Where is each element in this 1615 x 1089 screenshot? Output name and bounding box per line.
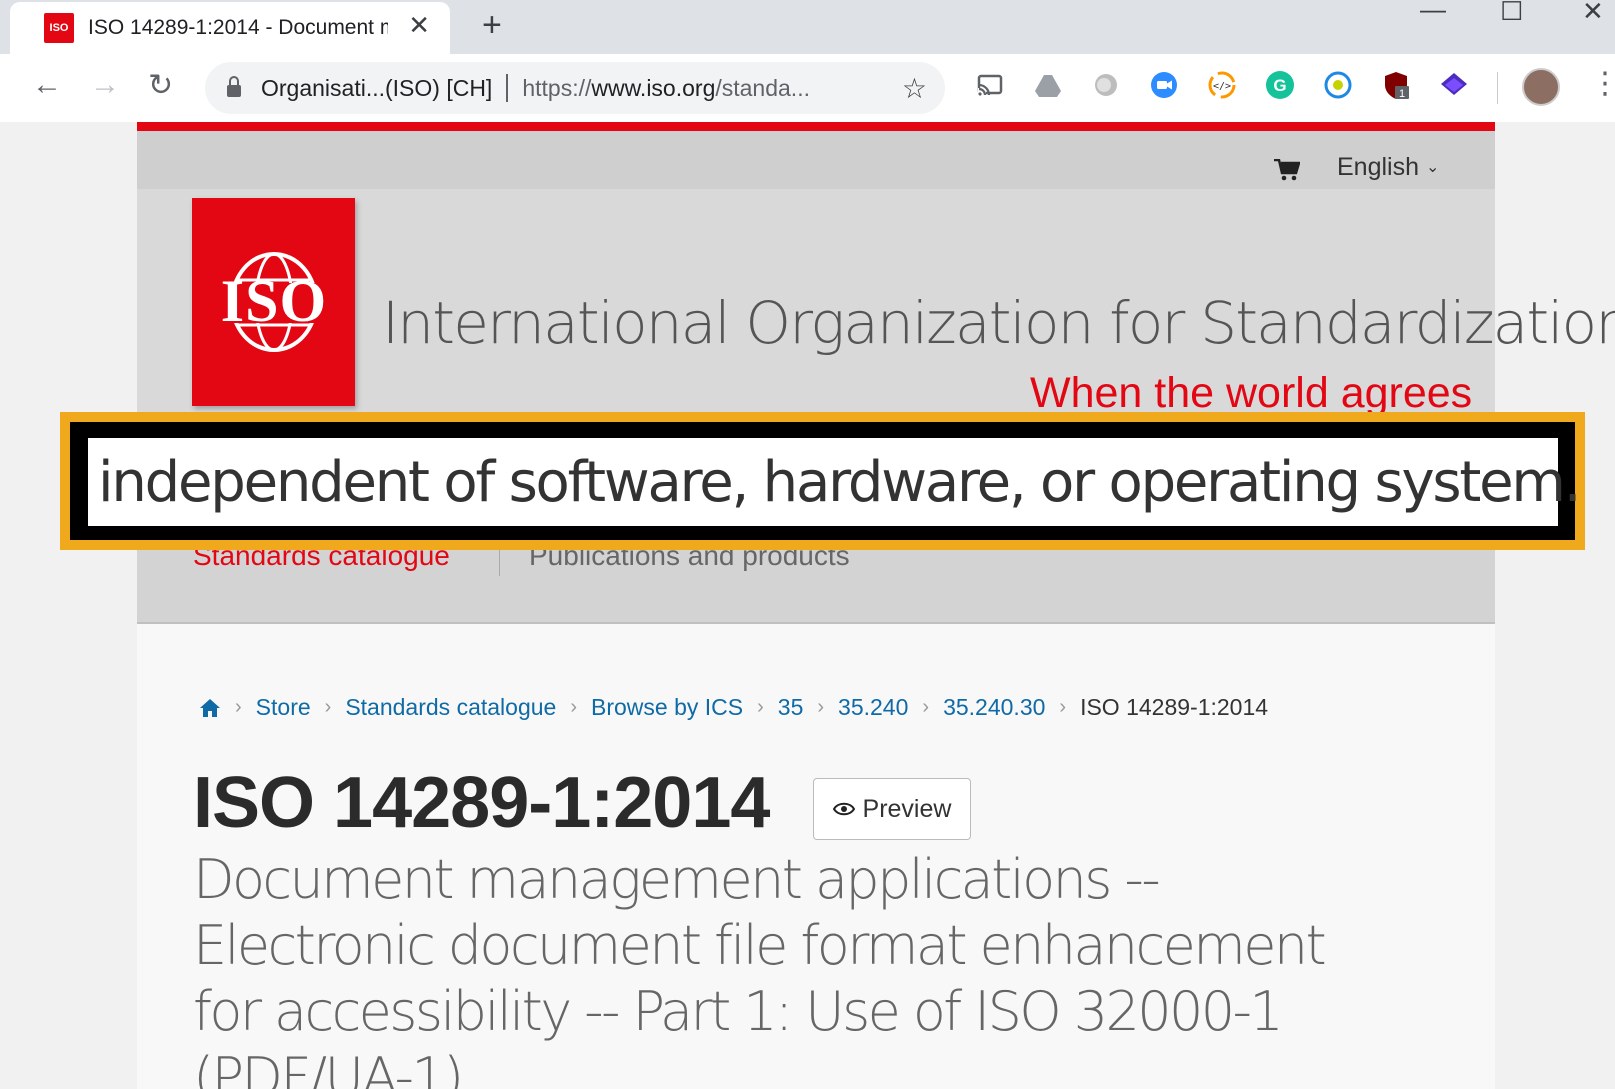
breadcrumb-ics-35-240-30[interactable]: 35.240.30	[943, 694, 1045, 721]
breadcrumb: › Store › Standards catalogue › Browse b…	[199, 694, 1268, 721]
url-path: /standa...	[715, 74, 810, 101]
grammarly-icon[interactable]: G	[1265, 70, 1295, 100]
cart-icon[interactable]	[1274, 159, 1300, 181]
chevron-right-icon: ›	[757, 696, 764, 718]
zoom-icon[interactable]	[1149, 70, 1179, 100]
tab-close-icon[interactable]: ✕	[408, 10, 430, 41]
breadcrumb-ics-35-240[interactable]: 35.240	[838, 694, 908, 721]
site-identity[interactable]: Organisati...(ISO) [CH]	[261, 75, 492, 102]
language-label: English	[1337, 153, 1419, 181]
address-bar[interactable]: Organisati...(ISO) [CH] https://www.iso.…	[205, 62, 945, 114]
chevron-right-icon: ›	[324, 696, 332, 718]
chevron-right-icon: ›	[817, 696, 825, 718]
browser-window: ISO ISO 14289-1:2014 - Document m ✕ + — …	[0, 0, 1615, 1089]
preview-label: Preview	[862, 794, 952, 823]
home-icon[interactable]	[199, 698, 221, 718]
utility-bar: English ⌄	[137, 131, 1495, 189]
minimize-icon[interactable]: —	[1420, 0, 1446, 25]
chevron-right-icon: ›	[922, 696, 930, 718]
browser-menu-icon[interactable]: ⋮	[1590, 66, 1615, 101]
cast-icon[interactable]	[975, 70, 1005, 100]
iso-favicon-icon: ISO	[44, 13, 74, 43]
language-selector[interactable]: English ⌄	[1337, 153, 1439, 182]
url-text[interactable]: https://www.iso.org/standa...	[522, 75, 842, 102]
toolbar-divider	[1497, 72, 1498, 104]
breadcrumb-current: ISO 14289-1:2014	[1080, 694, 1269, 720]
eye-icon	[832, 802, 855, 816]
preview-button[interactable]: Preview	[813, 778, 971, 840]
tab-title: ISO 14289-1:2014 - Document m	[88, 16, 388, 39]
back-icon[interactable]: ←	[32, 68, 62, 102]
ublock-icon[interactable]: 1	[1381, 70, 1411, 100]
ublock-badge: 1	[1399, 88, 1405, 100]
chevron-right-icon: ›	[570, 696, 577, 718]
document-subtitle: Document management applications -- Elec…	[193, 848, 1327, 1089]
iso-site: English ⌄ ISO International Organization…	[137, 122, 1615, 1089]
breadcrumb-standards-catalogue[interactable]: Standards catalogue	[345, 694, 556, 721]
lock-icon[interactable]	[227, 76, 241, 97]
svg-text:</>: </>	[1213, 81, 1231, 92]
url-domain: www.iso.org	[591, 74, 716, 101]
forward-icon[interactable]: →	[90, 68, 120, 102]
circle-ext-icon[interactable]	[1091, 70, 1121, 100]
top-red-bar	[137, 122, 1495, 131]
callout-text: independent of software, hardware, or op…	[98, 449, 1582, 515]
code-ext-icon[interactable]: </>	[1207, 70, 1237, 100]
browser-tab[interactable]: ISO ISO 14289-1:2014 - Document m ✕	[10, 2, 450, 54]
breadcrumb-store[interactable]: Store	[256, 694, 311, 721]
browser-toolbar: ← → ↻ Organisati...(ISO) [CH] https://ww…	[0, 54, 1615, 122]
svg-text:G: G	[1273, 76, 1286, 95]
url-prefix: https://	[522, 74, 592, 101]
slogan: When the world agrees	[1030, 369, 1473, 417]
organization-name: International Organization for Standardi…	[382, 289, 1615, 357]
reload-icon[interactable]: ↻	[148, 68, 173, 103]
close-window-icon[interactable]: ✕	[1582, 0, 1604, 27]
callout-panel: independent of software, hardware, or op…	[88, 438, 1582, 526]
breadcrumb-browse-by-ics[interactable]: Browse by ICS	[591, 694, 743, 721]
maximize-icon[interactable]: ☐	[1500, 0, 1523, 27]
bookmark-star-icon[interactable]: ☆	[902, 72, 927, 105]
tab-strip: ISO ISO 14289-1:2014 - Document m ✕ + — …	[0, 0, 1615, 54]
ext-d-icon[interactable]	[1323, 70, 1353, 100]
iso-logo[interactable]: ISO	[192, 198, 355, 406]
profile-avatar[interactable]	[1522, 68, 1560, 106]
omnibox-divider	[506, 74, 509, 102]
chevron-right-icon: ›	[235, 696, 242, 718]
stack-ext-icon[interactable]	[1439, 70, 1469, 100]
breadcrumb-ics-35[interactable]: 35	[778, 694, 804, 721]
logo-text: ISO	[220, 268, 326, 334]
drive-icon[interactable]	[1033, 70, 1063, 100]
page-title: ISO 14289-1:2014	[193, 763, 770, 843]
chevron-down-icon: ⌄	[1425, 159, 1440, 176]
iso-globe-logo-icon: ISO	[208, 252, 339, 352]
page-viewport: English ⌄ ISO International Organization…	[0, 122, 1615, 1089]
chevron-right-icon: ›	[1059, 696, 1067, 718]
new-tab-icon[interactable]: +	[482, 6, 502, 45]
zoom-callout: independent of software, hardware, or op…	[60, 412, 1585, 550]
